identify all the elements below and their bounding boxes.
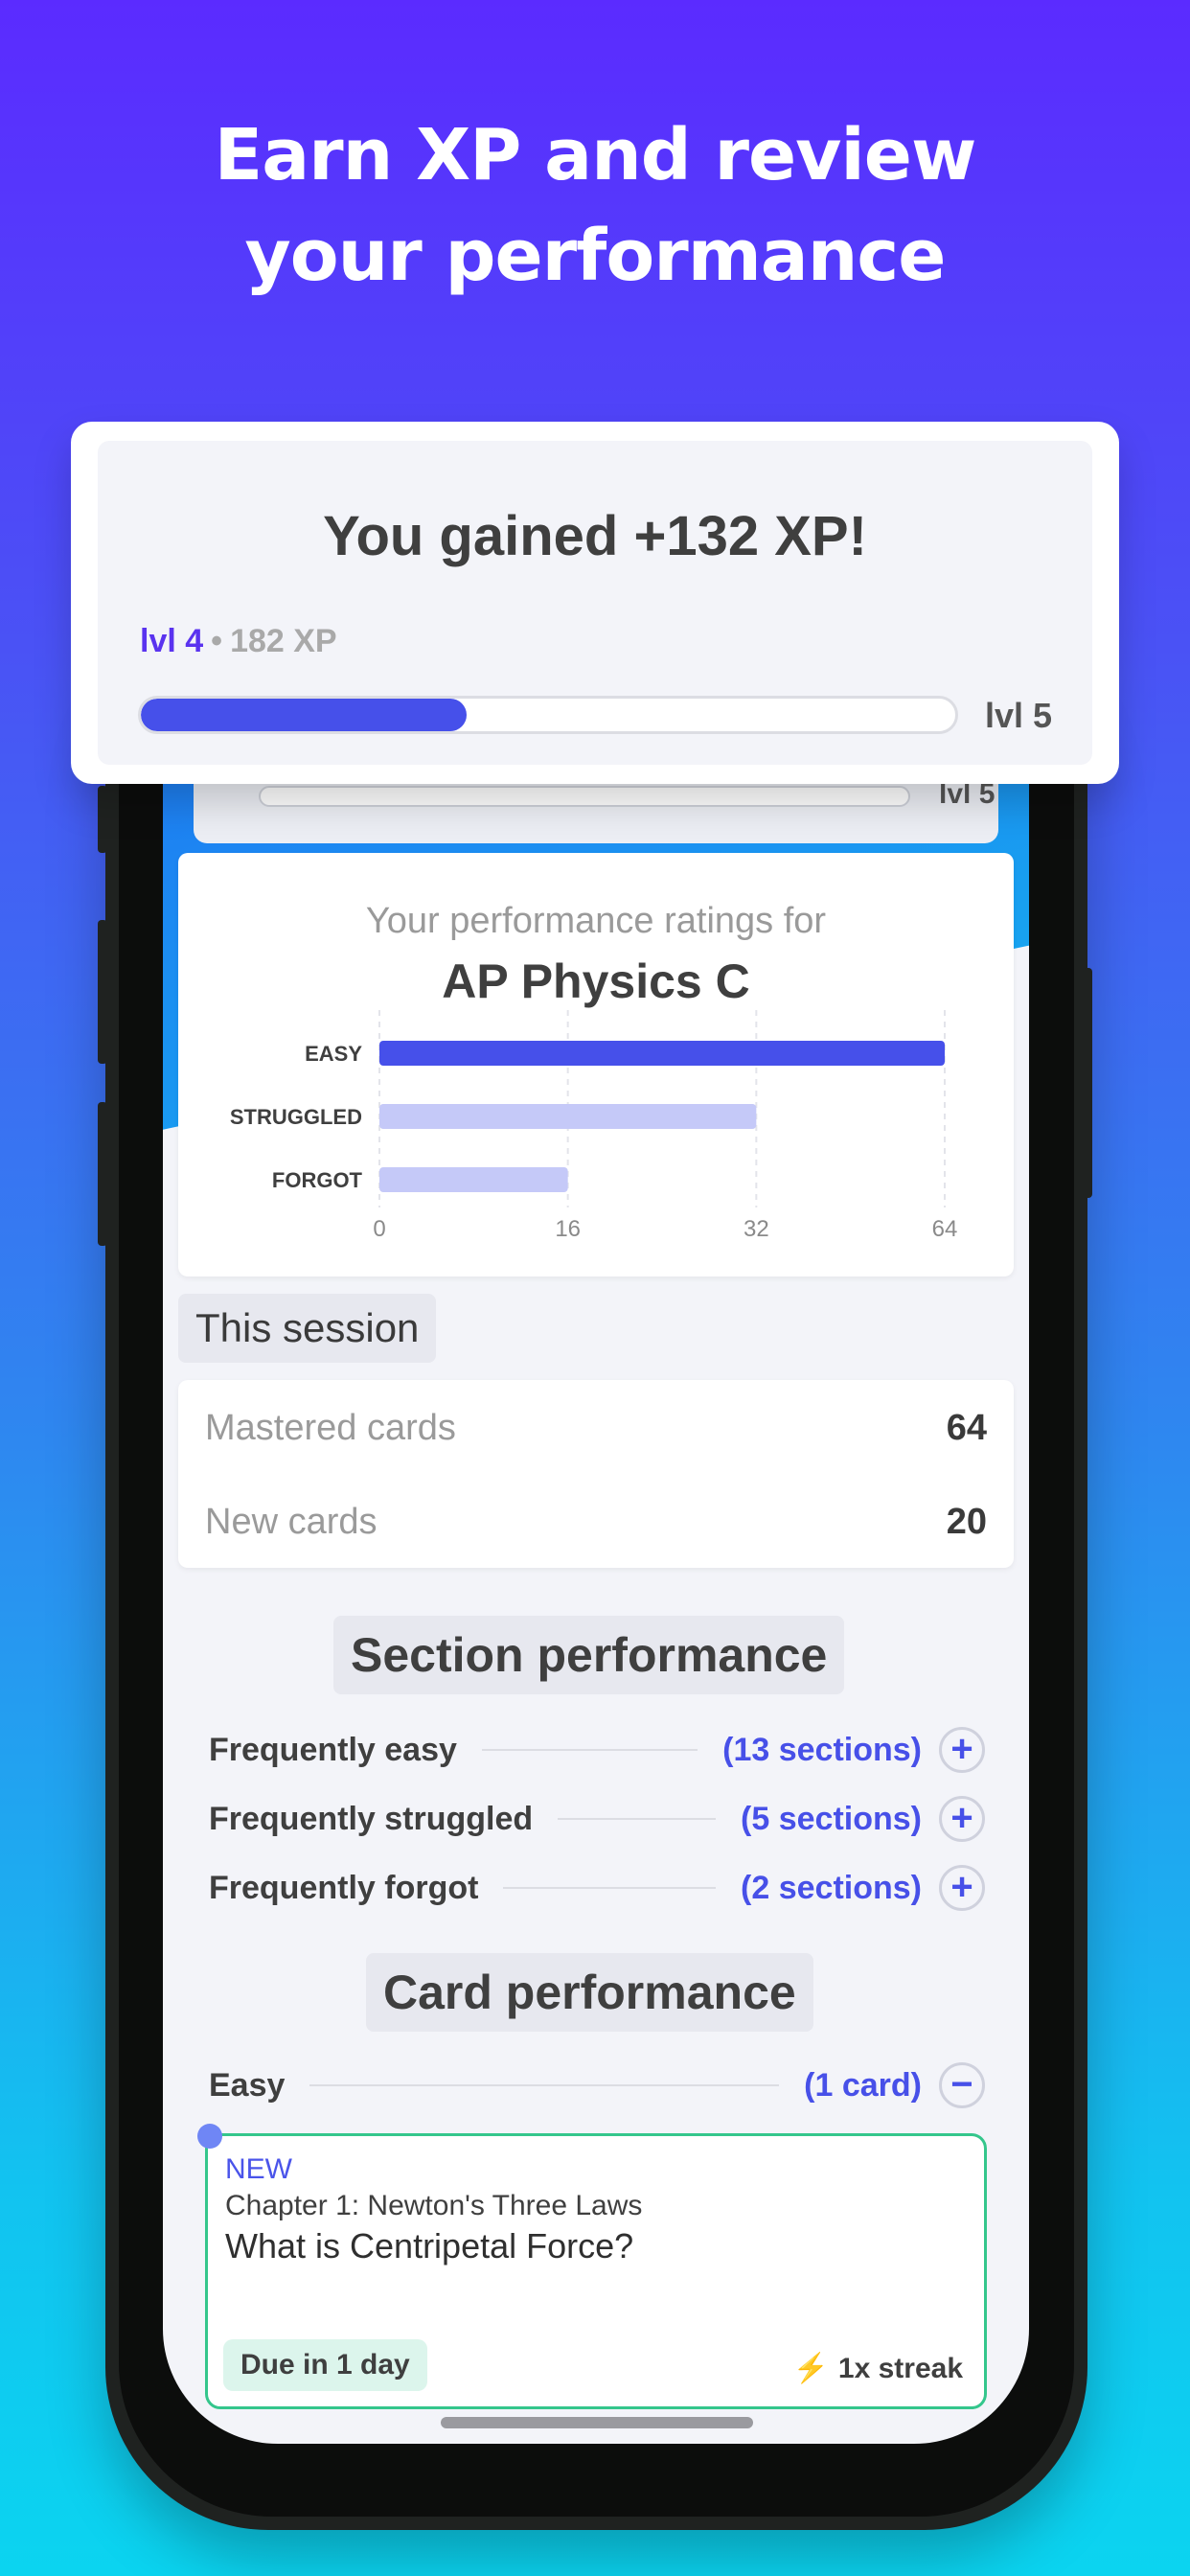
expand-plus-icon[interactable]: + — [939, 1727, 985, 1773]
phone-screen: lvl 5 Your performance ratings for AP Ph… — [163, 728, 1029, 2444]
card-question: What is Centripetal Force? — [225, 2226, 634, 2266]
category-label: EASY — [305, 1042, 362, 1066]
divider-line — [503, 1887, 717, 1889]
collapse-minus-icon[interactable]: − — [939, 2062, 985, 2108]
lightning-icon: ⚡ — [792, 2353, 829, 2384]
total-xp: 182 XP — [230, 623, 337, 659]
xp-popup-inner: You gained +132 XP! lvl 4 • 182 XP lvl 5 — [98, 441, 1092, 765]
current-level: lvl 4 — [140, 623, 204, 659]
level-separator: • — [211, 623, 223, 659]
x-tick-label: 32 — [744, 1216, 769, 1242]
category-label: STRUGGLED — [230, 1105, 362, 1129]
xp-gained-popup: You gained +132 XP! lvl 4 • 182 XP lvl 5 — [71, 422, 1119, 784]
section-performance-heading: Section performance — [333, 1616, 845, 1694]
section-row-name: Frequently struggled — [209, 1800, 534, 1837]
session-row-label: New cards — [205, 1501, 378, 1542]
section-row-easy[interactable]: Frequently easy (13 sections) + — [209, 1723, 985, 1777]
section-row-struggled[interactable]: Frequently struggled (5 sections) + — [209, 1792, 985, 1846]
xp-gained-title: You gained +132 XP! — [323, 505, 867, 567]
session-row-label: Mastered cards — [205, 1407, 456, 1448]
flash-card[interactable]: NEW Chapter 1: Newton's Three Laws What … — [205, 2133, 987, 2409]
headline-line-1: Earn XP and review — [214, 114, 977, 196]
performance-bar-chart: 0 16 32 64 EASY STRUGGLED FORGOT — [230, 1010, 958, 1242]
divider-line — [309, 2084, 780, 2086]
xp-progress-fill — [141, 699, 467, 731]
divider-line — [558, 1818, 717, 1820]
card-performance-heading: Card performance — [366, 1953, 813, 2032]
volume-up-button — [98, 786, 107, 853]
streak-indicator: ⚡ 1x streak — [793, 2352, 963, 2385]
card-marker-dot — [197, 2124, 222, 2149]
session-row-value: 20 — [946, 1501, 987, 1542]
x-tick-label: 0 — [373, 1216, 385, 1242]
card-row-name: Easy — [209, 2066, 286, 2104]
section-row-forgot[interactable]: Frequently forgot (2 sections) + — [209, 1861, 985, 1915]
volume-mid-button — [98, 920, 107, 1064]
session-label: This session — [178, 1294, 437, 1363]
due-badge: Due in 1 day — [223, 2339, 427, 2391]
headline: Earn XP and review your performance — [0, 105, 1190, 307]
expand-plus-icon[interactable]: + — [939, 1865, 985, 1911]
headline-line-2: your performance — [244, 215, 947, 297]
xp-bar-track-behind — [259, 786, 910, 807]
level-info: lvl 4 • 182 XP — [140, 623, 337, 660]
bar-struggled — [379, 1104, 757, 1129]
card-row-easy[interactable]: Easy (1 card) − — [209, 2058, 985, 2112]
divider-line — [481, 1749, 698, 1751]
section-row-count: (2 sections) — [741, 1869, 922, 1906]
section-row-count: (13 sections) — [722, 1731, 922, 1768]
volume-down-button — [98, 1102, 107, 1246]
performance-chart-card: Your performance ratings for AP Physics … — [178, 853, 1014, 1276]
power-button — [1083, 968, 1092, 1198]
session-row-new: New cards 20 — [205, 1493, 987, 1551]
section-row-count: (5 sections) — [741, 1800, 922, 1837]
home-indicator[interactable] — [441, 2417, 753, 2428]
x-tick-label: 64 — [932, 1216, 958, 1242]
section-row-name: Frequently forgot — [209, 1869, 479, 1906]
expand-plus-icon[interactable]: + — [939, 1796, 985, 1842]
card-row-count: (1 card) — [804, 2066, 922, 2104]
card-new-tag: NEW — [225, 2153, 292, 2185]
session-row-mastered: Mastered cards 64 — [205, 1399, 987, 1457]
card-chapter: Chapter 1: Newton's Three Laws — [225, 2190, 643, 2221]
xp-progress-bar — [138, 696, 958, 734]
streak-label: 1x streak — [837, 2353, 963, 2384]
next-level-label: lvl 5 — [985, 696, 1053, 735]
session-card: Mastered cards 64 New cards 20 — [178, 1380, 1014, 1568]
session-row-value: 64 — [946, 1407, 987, 1448]
section-row-name: Frequently easy — [209, 1731, 457, 1768]
category-label: FORGOT — [272, 1168, 363, 1192]
bar-forgot — [379, 1167, 568, 1192]
x-tick-label: 16 — [555, 1216, 581, 1242]
bar-easy — [379, 1041, 945, 1066]
